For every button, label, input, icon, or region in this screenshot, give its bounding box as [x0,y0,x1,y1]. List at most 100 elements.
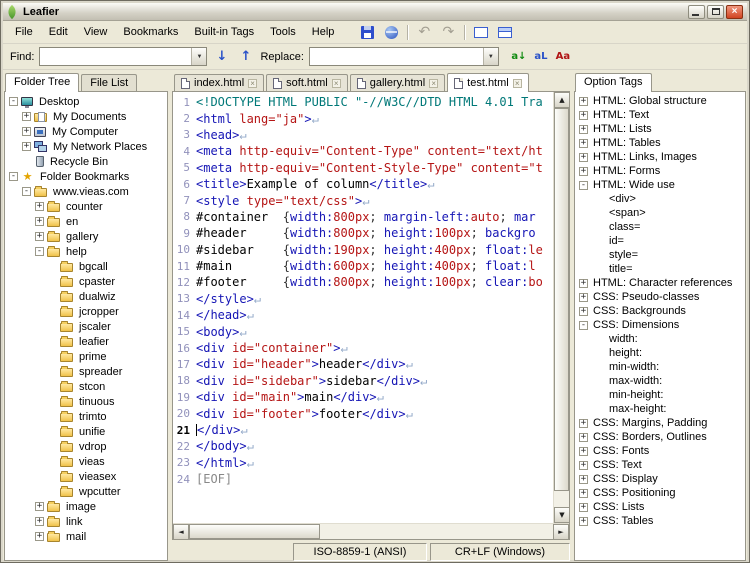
option-item-css-text[interactable]: + CSS: Text [575,458,745,472]
tab-file-list[interactable]: File List [81,74,138,91]
expand-plus-icon[interactable]: + [579,96,588,106]
expand-plus-icon[interactable]: + [22,127,31,136]
menu-help[interactable]: Help [304,22,343,42]
expand-plus-icon[interactable]: + [35,502,44,511]
expand-plus-icon[interactable]: + [22,112,31,121]
vscroll-track[interactable] [554,108,569,507]
scroll-up-icon[interactable]: ▲ [554,92,570,108]
menu-built-in-tags[interactable]: Built-in Tags [186,22,262,42]
tree-item-jscaler[interactable]: jscaler [5,319,167,334]
hscroll-thumb[interactable] [189,524,321,539]
option-item-html-forms[interactable]: + HTML: Forms [575,164,745,178]
code-editor[interactable]: 1 <!DOCTYPE HTML PUBLIC "-//W3C//DTD HTML… [173,92,553,523]
tree-item-tinuous[interactable]: tinuous [5,394,167,409]
find-dropdown-icon[interactable]: ▼ [191,48,207,65]
tree-item-mail[interactable]: + mail [5,529,167,544]
save-button[interactable] [356,23,378,41]
code-line-4[interactable]: 4 <meta http-equiv="Content-Type" content… [173,143,553,159]
tab-test-html[interactable]: test.html × [447,73,529,92]
tab-folder-tree[interactable]: Folder Tree [5,73,80,92]
minimize-button[interactable] [688,4,705,19]
tree-item-prime[interactable]: prime [5,349,167,364]
tab-gallery-html[interactable]: gallery.html × [349,74,446,91]
tab-close-icon[interactable]: × [248,78,258,88]
tree-item-image[interactable]: + image [5,499,167,514]
expand-plus-icon[interactable]: + [35,232,44,241]
find-input[interactable] [40,48,192,65]
option-item-css-positioning[interactable]: + CSS: Positioning [575,486,745,500]
option-item-span[interactable]: <span> [575,206,745,220]
code-line-1[interactable]: 1 <!DOCTYPE HTML PUBLIC "-//W3C//DTD HTML… [173,94,553,110]
option-item-html-links-images[interactable]: + HTML: Links, Images [575,150,745,164]
tree-item-spreader[interactable]: spreader [5,364,167,379]
code-line-8[interactable]: 8 #container {width:800px; margin-left:au… [173,209,553,225]
expand-plus-icon[interactable]: + [579,278,588,288]
code-line-14[interactable]: 14 </head>↵ [173,307,553,323]
option-item-css-lists[interactable]: + CSS: Lists [575,500,745,514]
replace-dropdown-icon[interactable]: ▼ [482,48,498,65]
tree-item-my-computer[interactable]: + My Computer [5,124,167,139]
option-item-css-tables[interactable]: + CSS: Tables [575,514,745,528]
collapse-minus-icon[interactable]: - [22,187,31,196]
tree-item-folder-bookmarks[interactable]: - ★ Folder Bookmarks [5,169,167,184]
option-item-css-fonts[interactable]: + CSS: Fonts [575,444,745,458]
code-line-7[interactable]: 7 <style type="text/css">↵ [173,192,553,208]
expand-plus-icon[interactable]: + [579,152,588,162]
tree-item-vieas[interactable]: vieas [5,454,167,469]
code-line-13[interactable]: 13 </style>↵ [173,291,553,307]
replace-input[interactable] [309,48,483,65]
tree-item-gallery[interactable]: + gallery [5,229,167,244]
tree-item-dualwiz[interactable]: dualwiz [5,289,167,304]
tree-item-vieasex[interactable]: vieasex [5,469,167,484]
close-button[interactable]: × [726,4,743,19]
replace-next-icon[interactable]: a↓ [510,49,528,65]
code-line-19[interactable]: 19 <div id="main">main</div>↵ [173,389,553,405]
code-line-10[interactable]: 10 #sidebar {width:190px; height:400px; f… [173,242,553,258]
option-item-css-display[interactable]: + CSS: Display [575,472,745,486]
option-item-id[interactable]: id= [575,234,745,248]
option-item-css-margins-padding[interactable]: + CSS: Margins, Padding [575,416,745,430]
expand-plus-icon[interactable]: + [579,418,588,428]
replace-all-icon[interactable]: aL [532,49,550,65]
tree-item-en[interactable]: + en [5,214,167,229]
layout-split-button[interactable] [494,23,516,41]
expand-plus-icon[interactable]: + [35,532,44,541]
scroll-left-icon[interactable]: ◄ [173,524,189,540]
code-line-22[interactable]: 22 </body>↵ [173,438,553,454]
option-item-min-width[interactable]: min-width: [575,360,745,374]
find-next-button[interactable]: ↓ [212,47,231,66]
menu-bookmarks[interactable]: Bookmarks [115,22,186,42]
menu-file[interactable]: File [7,22,41,42]
expand-plus-icon[interactable]: + [35,217,44,226]
match-case-icon[interactable]: Aa [554,49,572,65]
tree-item-www-vieas-com[interactable]: - www.vieas.com [5,184,167,199]
expand-plus-icon[interactable]: + [579,502,588,512]
expand-plus-icon[interactable]: + [35,202,44,211]
code-line-16[interactable]: 16 <div id="container">↵ [173,340,553,356]
code-line-3[interactable]: 3 <head>↵ [173,127,553,143]
tab-index-html[interactable]: index.html × [174,74,265,91]
scroll-right-icon[interactable]: ► [553,524,569,540]
option-item-min-height[interactable]: min-height: [575,388,745,402]
expand-plus-icon[interactable]: + [579,474,588,484]
code-line-11[interactable]: 11 #main {width:600px; height:400px; floa… [173,258,553,274]
tree-item-vdrop[interactable]: vdrop [5,439,167,454]
tab-close-icon[interactable]: × [512,78,522,88]
tree-item-link[interactable]: + link [5,514,167,529]
tree-item-leafier[interactable]: leafier [5,334,167,349]
expand-plus-icon[interactable]: + [579,446,588,456]
expand-plus-icon[interactable]: + [579,432,588,442]
option-item-div[interactable]: <div> [575,192,745,206]
option-item-max-height[interactable]: max-height: [575,402,745,416]
tree-item-counter[interactable]: + counter [5,199,167,214]
tab-option-tags[interactable]: Option Tags [575,73,652,92]
horizontal-scrollbar[interactable]: ◄ ► [173,523,569,540]
option-item-html-lists[interactable]: + HTML: Lists [575,122,745,136]
expand-plus-icon[interactable]: + [579,124,588,134]
find-prev-button[interactable]: ↑ [236,47,255,66]
code-line-6[interactable]: 6 <title>Example of column</title>↵ [173,176,553,192]
tree-item-bgcall[interactable]: bgcall [5,259,167,274]
tree-item-my-documents[interactable]: + My Documents [5,109,167,124]
expand-plus-icon[interactable]: + [22,142,31,151]
vscroll-thumb[interactable] [554,108,569,492]
